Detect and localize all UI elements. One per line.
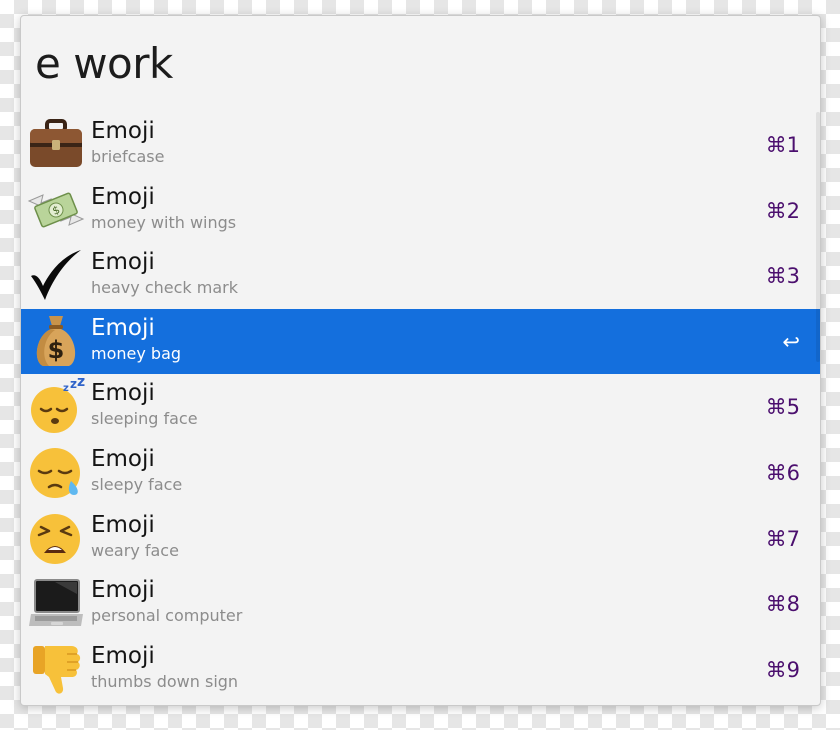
svg-text:$: $ [48, 336, 65, 364]
result-subtitle: personal computer [91, 606, 243, 626]
result-row-thumbs-down-sign[interactable]: Emoji thumbs down sign ⌘9 [21, 637, 820, 703]
result-row-personal-computer[interactable]: Emoji personal computer ⌘8 [21, 571, 820, 637]
result-title: Emoji [91, 577, 155, 604]
shortcut-label: ⌘2 [765, 198, 800, 223]
result-subtitle: thumbs down sign [91, 671, 239, 691]
svg-text:z: z [63, 383, 69, 394]
svg-text:z: z [70, 377, 77, 391]
result-subtitle: weary face [91, 540, 179, 560]
result-row-sleeping-face[interactable]: z z z Emoji sleeping face ⌘5 [21, 374, 820, 440]
result-title: Emoji [91, 118, 155, 144]
result-row-money-with-wings[interactable]: $ Emoji money with wings ⌘2 [21, 178, 820, 244]
result-subtitle: briefcase [91, 147, 165, 166]
result-title: Emoji [91, 249, 155, 276]
briefcase-emoji-icon [27, 115, 85, 173]
sleepy-face-emoji-icon [27, 443, 85, 501]
result-subtitle: sleeping face [91, 409, 198, 429]
result-subtitle: money with wings [91, 212, 237, 232]
result-row-money-bag[interactable]: $ Emoji money bag ↩ [21, 308, 820, 375]
result-title: Emoji [91, 642, 155, 669]
result-subtitle: sleepy face [91, 474, 183, 494]
result-title: Emoji [91, 445, 155, 472]
sleeping-face-emoji-icon: z z z [27, 377, 85, 435]
results-list: Emoji briefcase ⌘1 $ Emoji money with wi… [21, 112, 820, 702]
result-row-weary-face[interactable]: Emoji weary face ⌘7 [21, 506, 820, 572]
shortcut-label: ⌘1 [765, 133, 800, 157]
result-row-sleepy-face[interactable]: Emoji sleepy face ⌘6 [21, 440, 820, 506]
shortcut-label: ⌘9 [765, 657, 800, 682]
result-subtitle: money bag [91, 343, 182, 363]
result-title: Emoji [91, 183, 155, 210]
personal-computer-emoji-icon [27, 574, 85, 632]
search-query-input[interactable]: e work [35, 36, 173, 92]
shortcut-label: ⌘8 [765, 592, 800, 617]
scrollbar-thumb[interactable] [816, 112, 820, 362]
result-row-heavy-check-mark[interactable]: Emoji heavy check mark ⌘3 [21, 243, 820, 309]
return-key-icon: ↩ [782, 329, 800, 354]
result-row-briefcase[interactable]: Emoji briefcase ⌘1 [21, 112, 820, 178]
money-bag-emoji-icon: $ [27, 312, 85, 370]
result-title: Emoji [91, 314, 155, 341]
search-window: e work Emoji briefcase ⌘1 $ Emoji money … [20, 15, 821, 706]
weary-face-emoji-icon [27, 509, 85, 567]
shortcut-label: ⌘7 [765, 526, 800, 551]
shortcut-label: ⌘6 [765, 460, 800, 485]
heavy-check-mark-emoji-icon [27, 246, 85, 304]
thumbs-down-sign-emoji-icon [27, 640, 85, 698]
shortcut-label: ⌘3 [765, 264, 800, 289]
result-subtitle: heavy check mark [91, 278, 238, 298]
money-with-wings-emoji-icon: $ [27, 181, 85, 239]
result-title: Emoji [91, 380, 155, 407]
svg-text:z: z [77, 377, 85, 390]
results-scrollbar[interactable] [816, 112, 820, 704]
shortcut-label: ⌘5 [765, 395, 800, 420]
result-title: Emoji [91, 511, 155, 538]
